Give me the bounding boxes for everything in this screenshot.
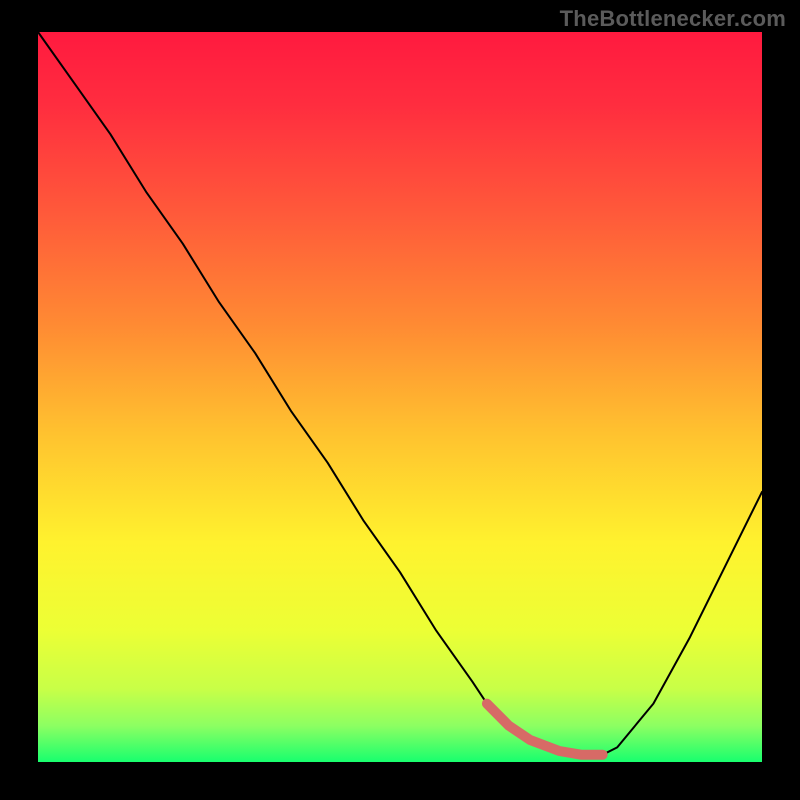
watermark-text: TheBottleneсker.com: [560, 6, 786, 32]
bottleneck-chart: [0, 0, 800, 800]
chart-background: [38, 32, 762, 762]
